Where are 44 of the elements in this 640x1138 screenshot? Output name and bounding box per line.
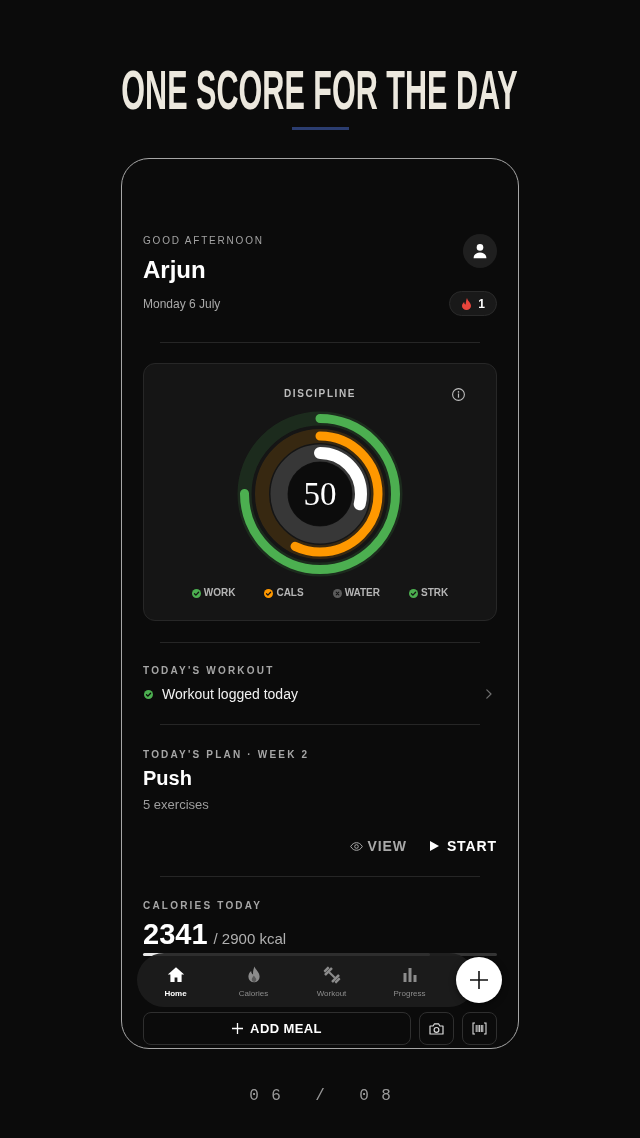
- score-value: 50: [303, 476, 337, 512]
- plus-icon: [232, 1023, 244, 1034]
- streak-count: 1: [478, 296, 485, 311]
- date-label: Monday 6 July: [143, 296, 221, 312]
- add-meal-button[interactable]: ADD MEAL: [143, 1012, 411, 1045]
- chevron-right-icon: [486, 689, 492, 699]
- greeting-label: GOOD AFTERNOON: [143, 234, 264, 248]
- flame-icon: [462, 297, 472, 310]
- headline: ONE SCORE FOR THE DAY: [121, 62, 519, 118]
- nav-tab[interactable]: Home: [136, 953, 215, 1007]
- barcode-icon: [472, 1022, 487, 1035]
- card-title: DISCIPLINE: [283, 387, 357, 401]
- plan-name: Push: [143, 766, 193, 790]
- legend-label: STRK: [421, 586, 449, 600]
- play-icon: [429, 841, 439, 851]
- camera-icon: [429, 1022, 444, 1035]
- legend-label: WORK: [203, 586, 236, 600]
- person-icon: [472, 243, 488, 259]
- plus-icon: [469, 970, 488, 989]
- action-button[interactable]: START: [429, 836, 497, 856]
- barcode-button[interactable]: [462, 1012, 497, 1045]
- exercise-count: 5 exercises: [143, 796, 210, 814]
- home-icon: [165, 965, 186, 985]
- workout-status: Workout logged today: [162, 685, 299, 704]
- dumbbell-icon: [321, 965, 342, 985]
- calorie-goal: / 2900 kcal: [213, 930, 287, 948]
- calorie-count: 2341: [143, 918, 208, 950]
- nav-tab[interactable]: Calories: [214, 953, 293, 1007]
- profile-button[interactable]: [463, 234, 497, 268]
- page-counter: 06 / 08: [248, 1086, 404, 1106]
- section-title: TODAY'S WORKOUT: [143, 664, 276, 678]
- camera-button[interactable]: [419, 1012, 454, 1045]
- user-name: Arjun: [143, 256, 206, 284]
- action-button[interactable]: VIEW: [350, 836, 407, 856]
- score-disc: [288, 462, 352, 526]
- eye-icon: [350, 841, 364, 851]
- section-title: TODAY'S PLAN · WEEK 2: [143, 748, 311, 762]
- legend-label: WATER: [344, 586, 380, 600]
- section-title: CALORIES TODAY: [143, 899, 264, 913]
- legend-label: CALS: [276, 586, 304, 600]
- nav-tab[interactable]: Progress: [370, 953, 449, 1007]
- nav-tab[interactable]: Workout: [292, 953, 371, 1007]
- info-icon[interactable]: [452, 387, 465, 401]
- accent-underline: [291, 127, 349, 130]
